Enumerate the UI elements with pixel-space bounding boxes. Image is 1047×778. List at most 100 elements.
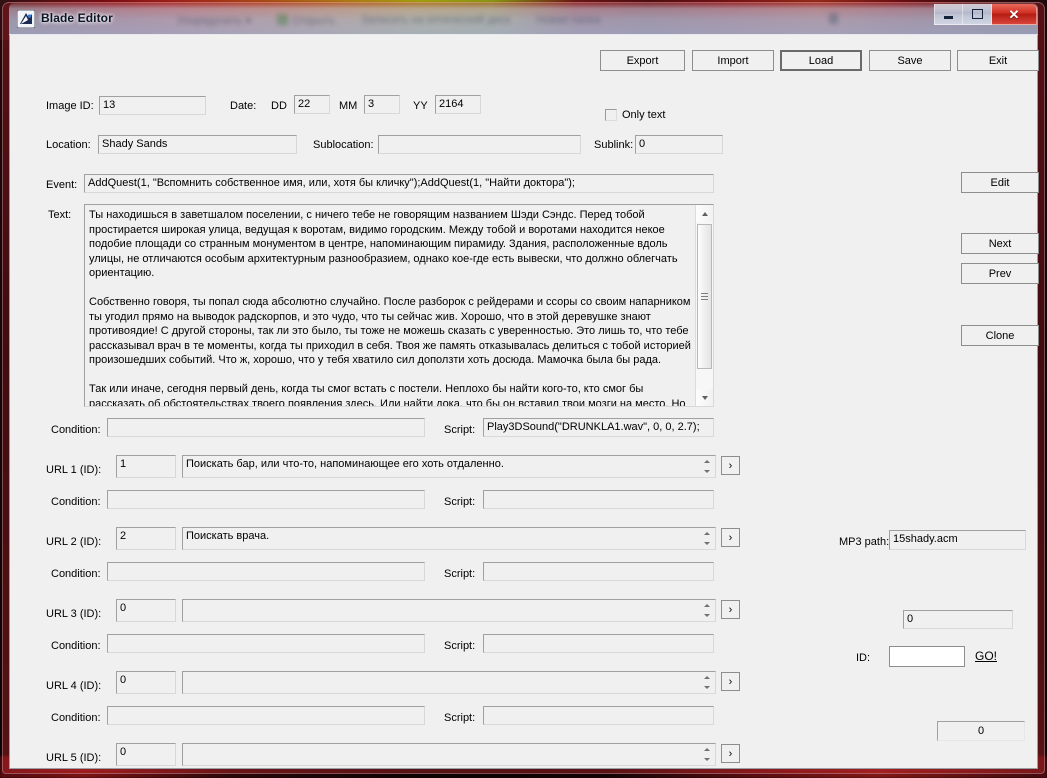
url-4-open-button[interactable]: › xyxy=(721,672,740,691)
url-3-script-input[interactable] xyxy=(483,634,714,653)
url-1-spinner[interactable] xyxy=(699,457,714,476)
spinner-down-button[interactable] xyxy=(699,610,714,620)
url-3-script-label: Script: xyxy=(444,640,476,652)
chevron-up-icon xyxy=(703,532,710,536)
url-1-condition-label: Condition: xyxy=(51,496,101,508)
url-1-text-input[interactable]: Поискать бар, или что-то, напоминающее е… xyxy=(182,455,716,478)
mm-label: MM xyxy=(339,100,358,112)
url-4-condition-input[interactable] xyxy=(107,706,425,725)
url-3-open-button[interactable]: › xyxy=(721,600,740,619)
spinner-up-button[interactable] xyxy=(699,529,714,539)
url-5-open-button[interactable]: › xyxy=(721,744,740,763)
chevron-down-icon xyxy=(701,395,708,400)
save-button[interactable]: Save xyxy=(869,50,951,71)
event-label: Event: xyxy=(46,179,78,191)
url-2-label: URL 2 (ID): xyxy=(46,536,102,548)
url-2-script-input[interactable] xyxy=(483,562,714,581)
url-5-spinner[interactable] xyxy=(699,745,714,764)
url-3-condition-input[interactable] xyxy=(107,634,425,653)
image-id-input[interactable]: 13 xyxy=(99,96,206,115)
url-4-script-label: Script: xyxy=(444,712,476,724)
maximize-button[interactable] xyxy=(963,4,992,25)
edit-button[interactable]: Edit xyxy=(961,172,1039,193)
load-button[interactable]: Load xyxy=(780,50,862,71)
url-3-label: URL 3 (ID): xyxy=(46,608,102,620)
url-2-id-input[interactable]: 2 xyxy=(116,527,176,550)
chevron-down-icon xyxy=(703,469,710,473)
url-3-condition-label: Condition: xyxy=(51,640,101,652)
sublocation-label: Sublocation: xyxy=(313,139,374,151)
scroll-up-button[interactable] xyxy=(696,205,713,222)
location-input[interactable]: Shady Sands xyxy=(98,135,297,154)
sublocation-input[interactable] xyxy=(378,135,581,154)
url-1-script-input[interactable] xyxy=(483,490,714,509)
day-input[interactable]: 22 xyxy=(294,95,330,114)
scroll-down-button[interactable] xyxy=(696,389,713,406)
url-3-text-input[interactable] xyxy=(182,599,716,622)
main-script-input[interactable]: Play3DSound("DRUNKLA1.wav", 0, 0, 2.7); xyxy=(483,418,714,437)
url-5-id-input[interactable]: 0 xyxy=(116,743,176,766)
import-button[interactable]: Import xyxy=(692,50,774,71)
dd-label: DD xyxy=(271,100,287,112)
chevron-up-icon xyxy=(703,460,710,464)
url-4-spinner[interactable] xyxy=(699,673,714,692)
text-label: Text: xyxy=(48,209,72,221)
scrollbar-grip-icon xyxy=(701,293,708,300)
spinner-down-button[interactable] xyxy=(699,466,714,476)
go-button[interactable]: GO! xyxy=(975,649,997,663)
url-1-condition-input[interactable] xyxy=(107,490,425,509)
spinner-down-button[interactable] xyxy=(699,538,714,548)
only-text-checkbox-row[interactable]: Only text xyxy=(605,109,665,121)
main-condition-input[interactable] xyxy=(107,418,425,437)
spinner-up-button[interactable] xyxy=(699,457,714,467)
maximize-icon xyxy=(971,9,983,19)
spinner-down-button[interactable] xyxy=(699,754,714,764)
url-4-script-input[interactable] xyxy=(483,706,714,725)
exit-button[interactable]: Exit xyxy=(957,50,1039,71)
url-2-spinner[interactable] xyxy=(699,529,714,548)
next-button[interactable]: Next xyxy=(961,233,1039,254)
story-paragraph: Так или иначе, сегодня первый день, когд… xyxy=(89,382,686,406)
window-titlebar[interactable]: Упорядочить ▾ Открыть Записать на оптиче… xyxy=(9,3,1038,35)
url-4-id-input[interactable]: 0 xyxy=(116,671,176,694)
window-title: Blade Editor xyxy=(41,11,113,25)
url-2-condition-input[interactable] xyxy=(107,562,425,581)
spinner-up-button[interactable] xyxy=(699,673,714,683)
sublink-label: Sublink: xyxy=(594,139,634,151)
spinner-up-button[interactable] xyxy=(699,601,714,611)
story-text-area[interactable]: Ты находишься в заветшалом поселении, с … xyxy=(84,204,714,407)
url-4-label: URL 4 (ID): xyxy=(46,680,102,692)
year-input[interactable]: 2164 xyxy=(435,95,481,114)
url-1-script-label: Script: xyxy=(444,496,476,508)
id-input[interactable] xyxy=(889,646,965,667)
story-text-content: Ты находишься в заветшалом поселении, с … xyxy=(85,205,696,406)
scrollbar-thumb[interactable] xyxy=(697,224,712,369)
prev-button[interactable]: Prev xyxy=(961,263,1039,284)
sublink-input[interactable]: 0 xyxy=(635,135,723,154)
url-2-text-input[interactable]: Поискать врача. xyxy=(182,527,716,550)
url-1-open-button[interactable]: › xyxy=(721,456,740,475)
window-controls[interactable]: ✕ xyxy=(934,4,1037,25)
url-2-open-button[interactable]: › xyxy=(721,528,740,547)
event-input[interactable]: AddQuest(1, "Вспомнить собственное имя, … xyxy=(84,174,714,193)
url-5-text-input[interactable] xyxy=(182,743,716,766)
minimize-button[interactable] xyxy=(934,4,963,25)
spinner-down-button[interactable] xyxy=(699,682,714,692)
date-label: Date: xyxy=(230,100,257,112)
url-3-spinner[interactable] xyxy=(699,601,714,620)
clone-button[interactable]: Clone xyxy=(961,325,1039,346)
spinner-up-button[interactable] xyxy=(699,745,714,755)
mp3-path-input[interactable]: 15shady.acm xyxy=(889,530,1026,550)
only-text-label: Only text xyxy=(622,109,666,121)
url-3-id-input[interactable]: 0 xyxy=(116,599,176,622)
url-2-condition-label: Condition: xyxy=(51,568,101,580)
only-text-checkbox[interactable] xyxy=(605,109,617,121)
url-1-id-input[interactable]: 1 xyxy=(116,455,176,478)
scrollbar-track[interactable] xyxy=(696,222,713,389)
counter-input[interactable]: 0 xyxy=(903,610,1013,629)
export-button[interactable]: Export xyxy=(600,50,685,71)
close-button[interactable]: ✕ xyxy=(992,4,1037,25)
month-input[interactable]: 3 xyxy=(364,95,400,114)
url-4-text-input[interactable] xyxy=(182,671,716,694)
story-text-scrollbar[interactable] xyxy=(695,205,713,406)
